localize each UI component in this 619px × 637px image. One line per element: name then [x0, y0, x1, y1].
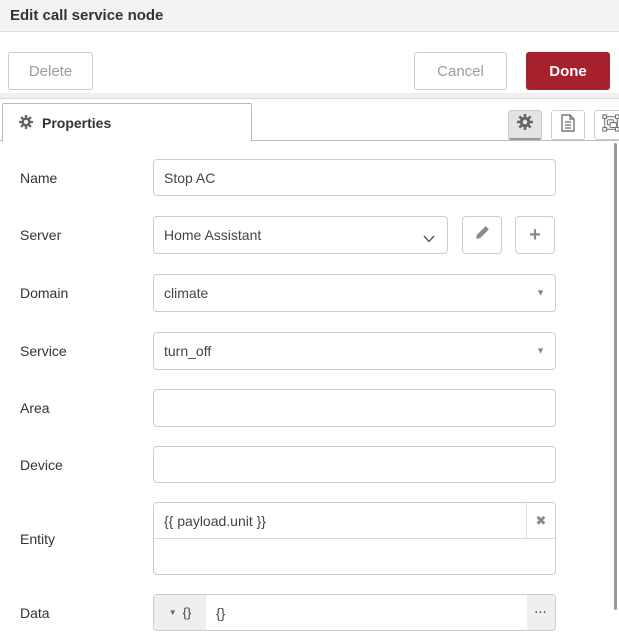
entity-label: Entity: [0, 502, 153, 575]
edit-server-button[interactable]: [462, 216, 502, 254]
cancel-button[interactable]: Cancel: [414, 52, 507, 90]
tab-properties-label: Properties: [42, 115, 111, 131]
dialog-title: Edit call service node: [10, 7, 163, 24]
service-row: Service ▼: [0, 332, 619, 370]
expand-editor-button[interactable]: ···: [527, 595, 555, 630]
tab-properties[interactable]: Properties: [2, 103, 252, 142]
edit-call-service-node-dialog: Edit call service node Delete Cancel Don…: [0, 0, 619, 637]
remove-entity-button[interactable]: ✖: [526, 503, 555, 538]
area-row: Area: [0, 389, 619, 427]
entity-editable-list: ✖: [153, 502, 556, 575]
description-pane-button[interactable]: [551, 110, 585, 140]
pencil-icon: [475, 225, 490, 245]
appearance-pane-button[interactable]: [594, 110, 619, 140]
close-icon: ✖: [536, 513, 547, 529]
device-row: Device: [0, 446, 619, 483]
appearance-icon: [602, 114, 619, 137]
entity-row: Entity ✖: [0, 502, 619, 575]
data-typed-input: ▼ {} {} ···: [153, 594, 556, 631]
area-label: Area: [0, 389, 153, 427]
server-select[interactable]: Home Assistant: [153, 216, 448, 254]
json-type-icon: {}: [183, 605, 192, 620]
data-label: Data: [0, 594, 153, 631]
entity-input[interactable]: [154, 503, 526, 538]
name-row: Name: [0, 159, 619, 196]
data-type-button[interactable]: ▼ {}: [154, 595, 206, 630]
data-input[interactable]: {}: [206, 595, 527, 630]
device-label: Device: [0, 446, 153, 483]
name-input[interactable]: [153, 159, 556, 196]
name-label: Name: [0, 159, 153, 196]
service-input[interactable]: [153, 332, 556, 370]
gear-icon: [517, 114, 533, 135]
server-select-value: Home Assistant: [164, 227, 261, 243]
domain-label: Domain: [0, 274, 153, 312]
entity-list-item: ✖: [154, 503, 555, 539]
plus-icon: +: [529, 224, 541, 247]
caret-down-icon: ▼: [169, 608, 177, 617]
delete-button[interactable]: Delete: [8, 52, 93, 90]
properties-pane-button[interactable]: [508, 110, 542, 140]
done-button[interactable]: Done: [526, 52, 610, 90]
data-row: Data ▼ {} {} ···: [0, 594, 619, 631]
ellipsis-icon: ···: [535, 607, 548, 619]
area-input[interactable]: [153, 389, 556, 427]
domain-row: Domain ▼: [0, 274, 619, 312]
chevron-down-icon: [423, 230, 435, 246]
service-label: Service: [0, 332, 153, 370]
dialog-header: Edit call service node: [0, 0, 619, 32]
domain-input[interactable]: [153, 274, 556, 312]
add-server-button[interactable]: +: [515, 216, 555, 254]
server-row: Server Home Assistant: [0, 216, 619, 254]
doc-icon: [560, 114, 576, 137]
vertical-scrollbar[interactable]: [614, 143, 617, 610]
gear-icon: [19, 115, 33, 132]
server-label: Server: [0, 216, 153, 254]
properties-form: Name Server Home Assistant: [0, 142, 619, 637]
tab-bar: Properties: [0, 99, 619, 141]
dialog-toolbar: Delete Cancel Done: [0, 32, 619, 93]
device-input[interactable]: [153, 446, 556, 483]
data-value: {}: [216, 605, 225, 621]
